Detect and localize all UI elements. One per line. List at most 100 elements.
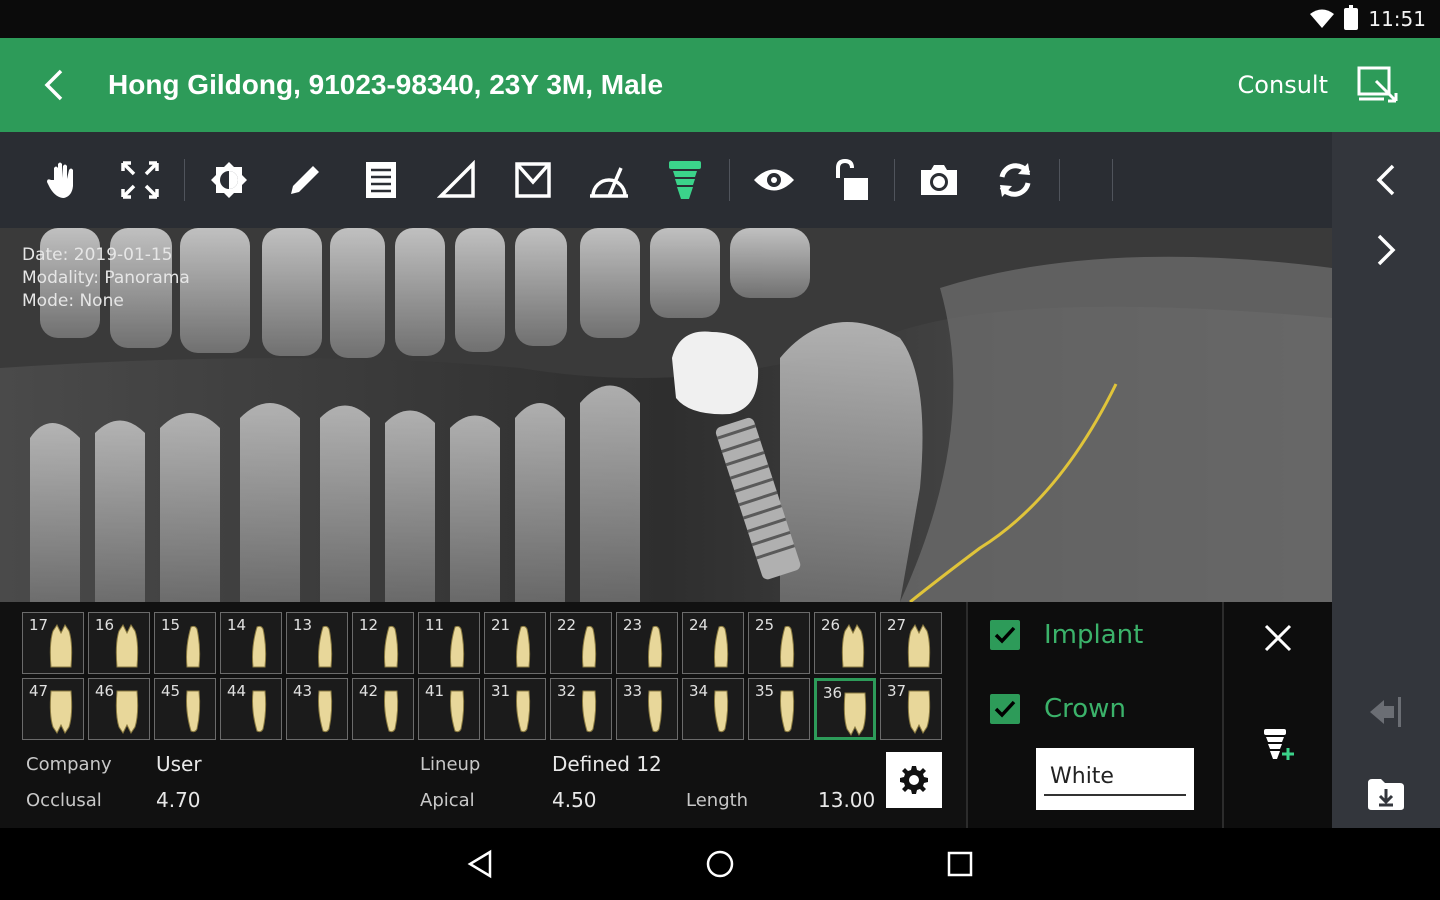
apical-value[interactable]: 4.50 [552,788,597,812]
close-icon [1264,624,1292,652]
app-bar: Hong Gildong, 91023-98340, 23Y 3M, Male … [0,38,1440,132]
measure-angle-button[interactable] [495,142,571,218]
hand-icon [47,162,73,198]
nav-back-button[interactable] [450,834,510,894]
tooth-44[interactable]: 44 [220,678,282,740]
tooth-icon [516,625,531,668]
tooth-21[interactable]: 21 [484,612,546,674]
implant-option-label: Implant [1044,620,1144,650]
tooth-icon [907,690,931,734]
tooth-icon [516,690,531,733]
crown-checkbox[interactable] [990,694,1020,724]
tooth-14[interactable]: 14 [220,612,282,674]
back-button[interactable] [0,38,108,132]
tooth-icon [907,624,931,668]
tooth-16[interactable]: 16 [88,612,150,674]
notes-button[interactable] [343,142,419,218]
protractor-button[interactable] [571,142,647,218]
tooth-24[interactable]: 24 [682,612,744,674]
tooth-35[interactable]: 35 [748,678,810,740]
tooth-36[interactable]: 36 [814,678,876,740]
lineup-label: Lineup [420,754,481,775]
notes-icon [366,162,396,198]
unlock-button[interactable] [812,142,888,218]
toolbar-separator [1112,159,1113,201]
close-panel-button[interactable] [1224,616,1332,660]
collapse-left-icon [1370,697,1401,727]
tooth-43[interactable]: 43 [286,678,348,740]
measure-length-button[interactable] [419,142,495,218]
tooth-27[interactable]: 27 [880,612,942,674]
visibility-button[interactable] [736,142,812,218]
tooth-icon [648,625,663,668]
image-date: Date: 2019-01-15 [22,245,173,265]
nav-recents-button[interactable] [930,834,990,894]
fit-screen-button[interactable] [102,142,178,218]
angle-icon [515,162,551,198]
image-modality: Modality: Panorama [22,268,190,288]
tooth-icon [780,690,795,733]
pencil-icon [291,166,319,194]
tooth-46[interactable]: 46 [88,678,150,740]
camera-icon [921,165,957,195]
toolbar-separator [894,159,895,201]
implant-checkbox[interactable] [990,620,1020,650]
tooth-34[interactable]: 34 [682,678,744,740]
tooth-42[interactable]: 42 [352,678,414,740]
tooth-41[interactable]: 41 [418,678,480,740]
nav-home-button[interactable] [690,834,750,894]
tooth-45[interactable]: 45 [154,678,216,740]
crown-color-input[interactable] [1044,758,1186,796]
pan-tool-button[interactable] [26,142,102,218]
tooth-47[interactable]: 47 [22,678,84,740]
lineup-value[interactable]: Defined 12 [552,752,662,776]
xray-viewer[interactable]: Date: 2019-01-15 Modality: Panorama Mode… [0,228,1332,602]
previous-image-button[interactable] [1332,150,1440,210]
image-info: Date: 2019-01-15 Modality: Panorama Mode… [22,244,190,313]
tooth-12[interactable]: 12 [352,612,414,674]
crown-toggle[interactable]: Crown [990,694,1126,724]
company-value[interactable]: User [156,752,202,776]
tooth-11[interactable]: 11 [418,612,480,674]
tooth-22[interactable]: 22 [550,612,612,674]
tooth-17[interactable]: 17 [22,612,84,674]
tooth-23[interactable]: 23 [616,612,678,674]
tooth-icon [186,690,201,733]
display-options-panel: Implant Crown [966,602,1222,828]
save-to-folder-button[interactable] [1332,772,1440,816]
panoramic-xray-image [0,228,1332,602]
next-image-button[interactable] [1332,220,1440,280]
chevron-left-icon [1376,164,1395,196]
gear-icon [900,766,928,794]
tooth-33[interactable]: 33 [616,678,678,740]
implant-settings-button[interactable] [886,752,942,808]
tooth-31[interactable]: 31 [484,678,546,740]
tooth-26[interactable]: 26 [814,612,876,674]
protractor-icon [590,167,628,198]
tooth-icon [714,625,729,668]
capture-button[interactable] [901,142,977,218]
tooth-icon [841,624,865,668]
unlock-icon [836,158,868,200]
draw-button[interactable] [267,142,343,218]
tooth-32[interactable]: 32 [550,678,612,740]
consult-icon[interactable] [1354,61,1402,109]
tooth-37[interactable]: 37 [880,678,942,740]
tooth-icon [780,625,795,668]
tooth-25[interactable]: 25 [748,612,810,674]
occlusal-value[interactable]: 4.70 [156,788,201,812]
tooth-13[interactable]: 13 [286,612,348,674]
length-value[interactable]: 13.00 [818,788,875,812]
consult-button[interactable]: Consult [1238,71,1328,99]
add-implant-button[interactable] [1224,722,1332,766]
implant-tool-button[interactable] [647,142,723,218]
implant-toggle[interactable]: Implant [990,620,1143,650]
implant-panel: 17 16 15 14 13 12 11 21 22 23 24 25 26 27 47 46 45 44 43 42… [0,602,966,828]
collapse-panel-button[interactable] [1332,690,1440,734]
tooth-icon [318,625,333,668]
reset-button[interactable] [977,142,1053,218]
occlusal-label: Occlusal [26,790,102,811]
tooth-15[interactable]: 15 [154,612,216,674]
contrast-button[interactable] [191,142,267,218]
crown-color-field[interactable] [1036,748,1194,810]
